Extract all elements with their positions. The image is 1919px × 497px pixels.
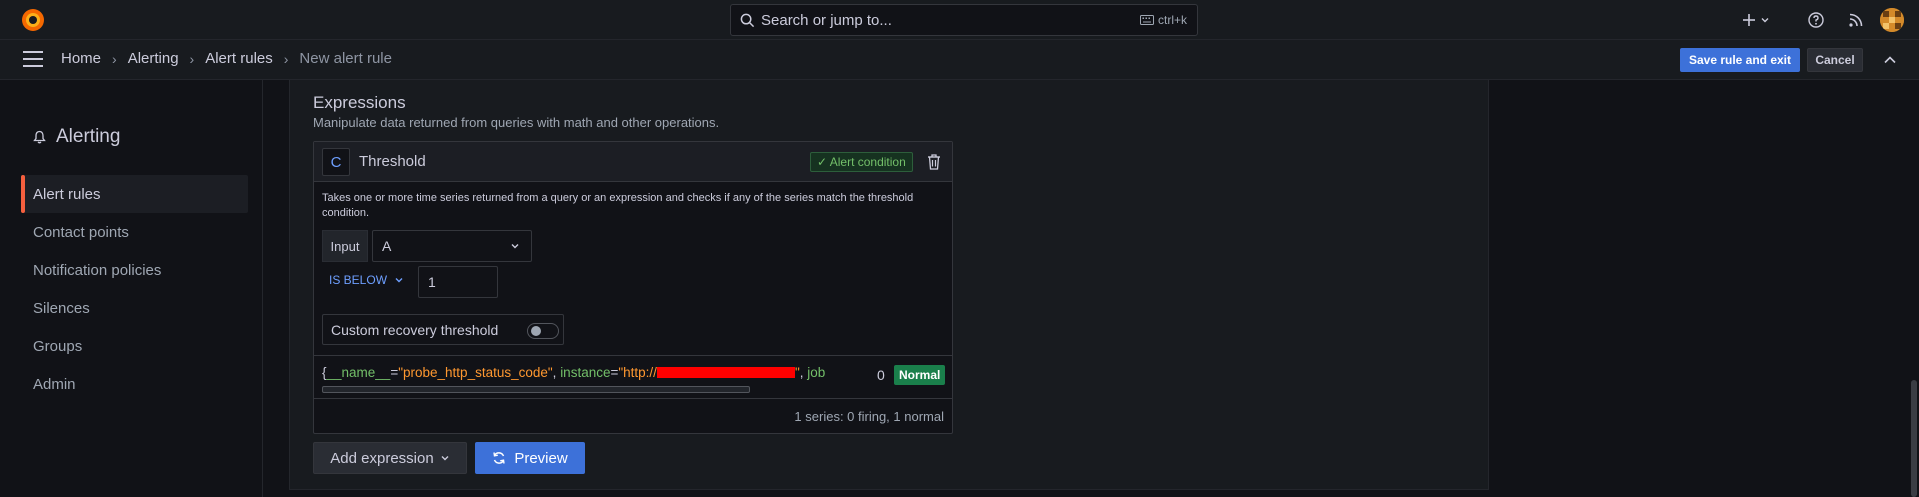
sidebar-title-text: Alerting [56,126,121,147]
sidebar-item-contact-points[interactable]: Contact points [21,213,248,251]
expressions-title: Expressions [313,93,406,112]
chevron-up-icon[interactable] [1882,52,1898,68]
recovery-toggle[interactable] [527,323,559,339]
search-shortcut: ctrl+k [1139,13,1187,27]
sync-icon [493,452,506,464]
add-expression-label: Add expression [330,449,434,467]
sidebar-item-admin[interactable]: Admin [21,365,248,403]
help-icon[interactable] [1807,11,1825,29]
avatar[interactable] [1880,8,1904,32]
recovery-label: Custom recovery threshold [331,321,499,338]
series-row: {__name__="probe_http_status_code", inst… [314,355,952,399]
plus-icon [1743,14,1755,26]
chevron-down-icon [1761,18,1769,23]
preview-label: Preview [514,449,568,467]
chevron-down-icon [395,278,403,283]
sidebar-item-alert-rules[interactable]: Alert rules [21,175,248,213]
page-scrollbar[interactable] [1911,380,1917,497]
top-bar: Search or jump to... ctrl+k [0,0,1919,40]
sidebar-item-silences[interactable]: Silences [21,289,248,327]
chevron-down-icon [441,456,449,461]
input-select-value: A [382,238,392,254]
input-select[interactable]: A [372,230,532,262]
alert-condition-badge: ✓ Alert condition [810,152,913,172]
grafana-logo-icon[interactable] [20,7,46,33]
expressions-description: Manipulate data returned from queries wi… [313,115,720,130]
breadcrumb-separator: › [189,50,195,67]
series-labels: {__name__="probe_http_status_code", inst… [322,365,862,380]
input-label: Input [322,230,368,262]
breadcrumb-separator: › [283,50,289,67]
threshold-operator-select[interactable]: IS BELOW [329,273,404,287]
expression-ref-id[interactable]: C [322,148,350,176]
breadcrumb: Home › Alerting › Alert rules › New aler… [61,50,392,67]
series-horizontal-scrollbar[interactable] [322,386,750,393]
breadcrumb-separator: › [112,50,117,67]
add-expression-button[interactable]: Add expression [313,442,467,474]
search-icon [740,13,755,28]
sidebar-item-groups[interactable]: Groups [21,327,248,365]
breadcrumb-home[interactable]: Home [61,50,101,67]
cancel-button[interactable]: Cancel [1807,48,1863,72]
custom-recovery-threshold: Custom recovery threshold [322,314,564,345]
breadcrumb-current: New alert rule [299,50,392,67]
chevron-down-icon [511,244,519,249]
redacted-block [656,366,795,378]
sidebar-item-notification-policies[interactable]: Notification policies [21,251,248,289]
series-value: 0 [877,367,885,383]
search-placeholder: Search or jump to... [761,12,892,29]
search-shortcut-text: ctrl+k [1157,13,1187,27]
expression-type: Threshold [359,153,426,170]
keyboard-icon [1139,15,1154,25]
rss-icon[interactable] [1847,11,1865,29]
series-job-key: job [807,365,826,380]
user-avatar-icon [1880,8,1904,32]
series-instance-key: instance [560,365,611,380]
series-name-key: __name__ [326,365,391,380]
sidebar: Alerting Alert rules Contact points Noti… [5,80,263,497]
search-input[interactable]: Search or jump to... ctrl+k [730,4,1198,36]
trash-icon[interactable] [926,153,942,171]
preview-button[interactable]: Preview [475,442,585,474]
threshold-expression-card: C Threshold ✓ Alert condition Takes one … [313,141,953,434]
sidebar-title: Alerting [33,126,120,148]
series-name-value: "probe_http_status_code" [398,365,553,380]
series-state-badge: Normal [894,365,946,385]
breadcrumb-alert-rules[interactable]: Alert rules [205,50,273,67]
expression-header: C Threshold ✓ Alert condition [314,142,952,182]
new-menu-button[interactable] [1742,8,1770,32]
bell-icon [33,130,46,144]
breadcrumb-alerting[interactable]: Alerting [128,50,179,67]
save-rule-and-exit-button[interactable]: Save rule and exit [1680,48,1800,72]
series-instance-value: "http:// [618,365,657,380]
threshold-value-input[interactable]: 1 [418,266,498,298]
breadcrumb-bar: Home › Alerting › Alert rules › New aler… [0,40,1919,80]
menu-icon[interactable] [23,51,43,69]
series-summary: 1 series: 0 firing, 1 normal [794,409,944,424]
threshold-description: Takes one or more time series returned f… [322,192,914,219]
threshold-operator-value: IS BELOW [329,273,388,287]
